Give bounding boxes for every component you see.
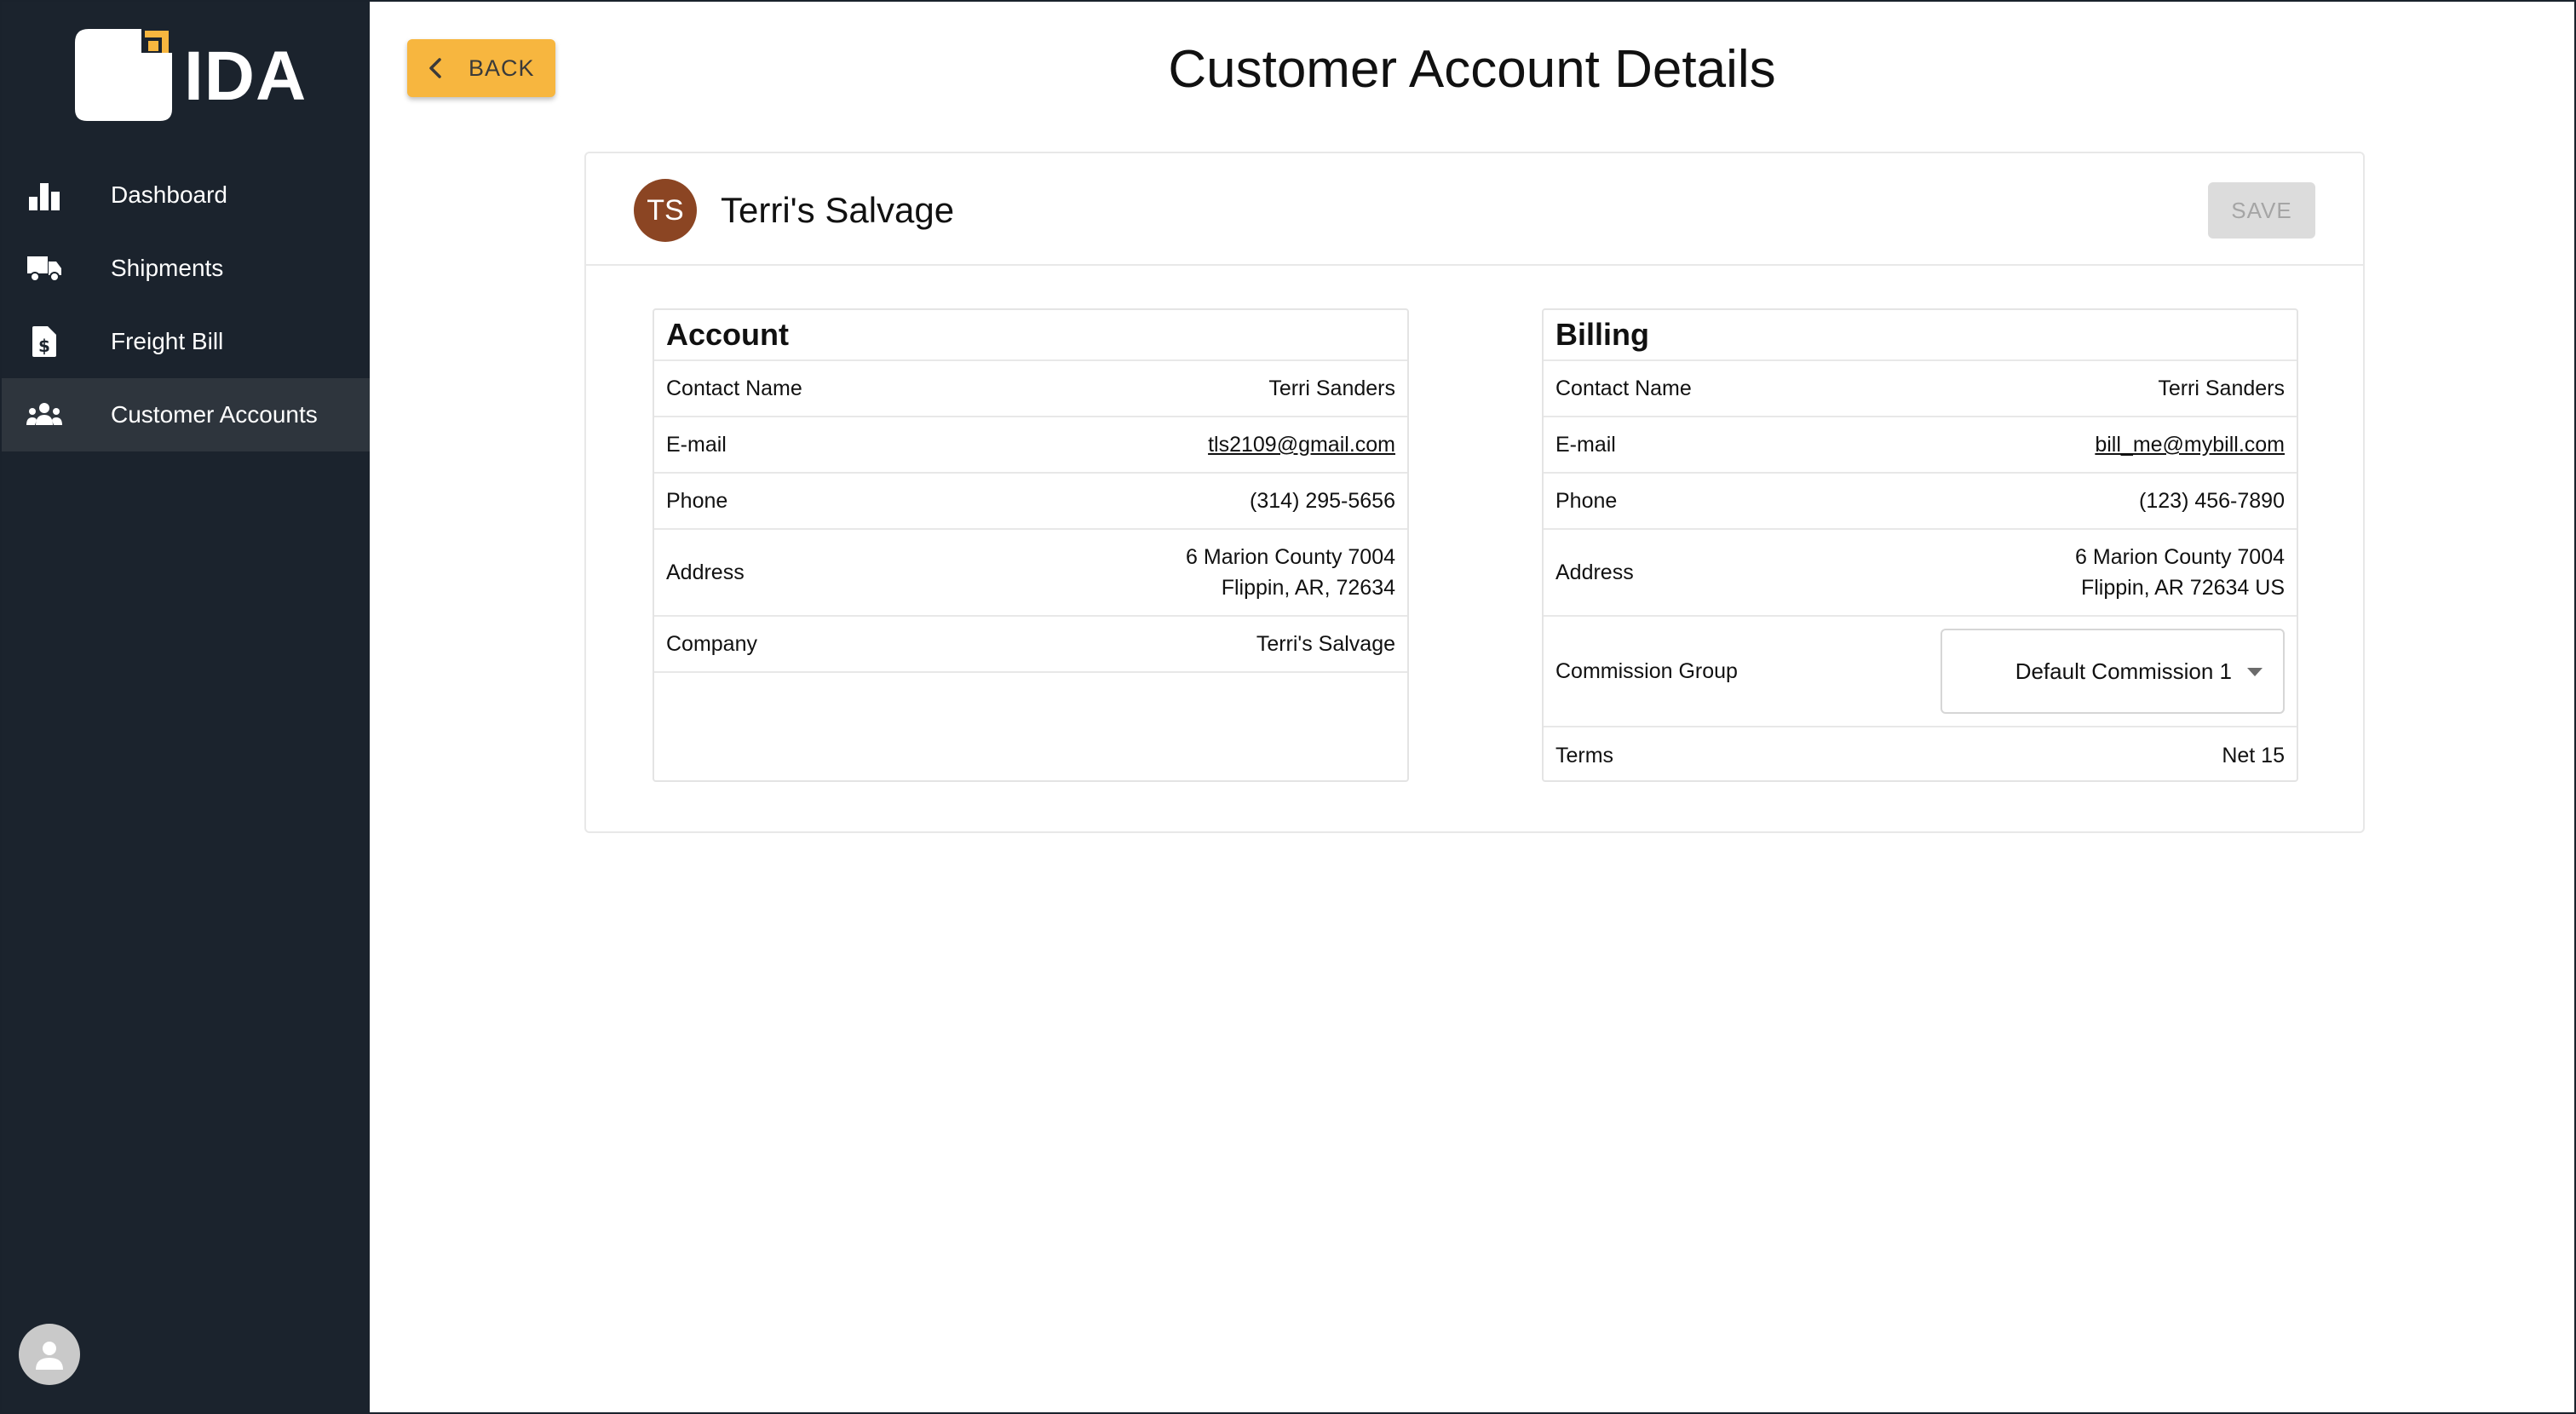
account-company: Terri's Salvage [1256,632,1395,656]
address-line-2: Flippin, AR, 72634 [1221,576,1395,600]
customer-card-header: TS Terri's Salvage SAVE [586,153,2363,266]
billing-address: 6 Marion County 7004 Flippin, AR 72634 U… [2075,542,2285,603]
commission-group-select[interactable]: Default Commission 1 [1941,629,2285,714]
account-phone-row: Phone (314) 295-5656 [654,474,1407,530]
billing-address-row: Address 6 Marion County 7004 Flippin, AR… [1544,530,2297,617]
field-label: Terms [1555,744,1614,767]
field-label: Phone [666,489,728,513]
customer-avatar: TS [634,179,697,242]
sidebar-item-dashboard[interactable]: Dashboard [2,158,370,232]
billing-commission-row: Commission Group Default Commission 1 [1544,617,2297,727]
address-line-1: 6 Marion County 7004 [1186,545,1395,569]
logo[interactable]: IDA [73,27,329,123]
billing-contact-name: Terri Sanders [2158,376,2285,400]
account-phone: (314) 295-5656 [1250,489,1395,513]
account-company-row: Company Terri's Salvage [654,617,1407,673]
billing-contact-row: Contact Name Terri Sanders [1544,361,2297,417]
billing-panel-title: Billing [1544,310,2297,361]
account-panel: Account Contact Name Terri Sanders E-mai… [653,308,1409,782]
field-label: Phone [1555,489,1618,513]
field-label: E-mail [666,433,727,457]
main-content: BACK Customer Account Details TS Terri's… [370,2,2574,1412]
account-address: 6 Marion County 7004 Flippin, AR, 72634 [1186,542,1395,603]
billing-email-link[interactable]: bill_me@mybill.com [2095,433,2285,457]
caret-down-icon [2247,668,2263,676]
field-label: Commission Group [1555,659,1738,683]
field-label: Contact Name [666,376,802,400]
sidebar-item-label: Shipments [111,255,224,281]
sidebar-item-label: Customer Accounts [111,401,318,428]
customer-name: Terri's Salvage [721,190,955,230]
svg-text:$: $ [38,336,50,356]
account-email-row: E-mail tls2109@gmail.com [654,417,1407,474]
account-contact-name: Terri Sanders [1268,376,1395,400]
account-address-row: Address 6 Marion County 7004 Flippin, AR… [654,530,1407,617]
sidebar-item-label: Dashboard [111,181,227,208]
app-window: IDA Dashboard Shipments $ Freight Bill C… [0,0,2576,1414]
field-label: Address [1555,560,1634,584]
field-label: E-mail [1555,433,1616,457]
sidebar-nav: Dashboard Shipments $ Freight Bill Custo… [2,158,370,451]
save-button[interactable]: SAVE [2208,182,2315,239]
billing-terms: Net 15 [2222,744,2285,767]
customer-card: TS Terri's Salvage SAVE Account Contact … [584,152,2365,833]
sidebar-item-freight-bill[interactable]: $ Freight Bill [2,305,370,378]
sidebar-item-label: Freight Bill [111,328,224,354]
people-group-icon [26,396,63,434]
field-label: Company [666,632,757,656]
user-avatar[interactable] [19,1324,80,1385]
page-title: Customer Account Details [1168,40,1776,99]
sidebar-item-shipments[interactable]: Shipments [2,232,370,305]
billing-panel: Billing Contact Name Terri Sanders E-mai… [1542,308,2298,782]
logo-text: IDA [184,37,308,115]
address-line-2: Flippin, AR 72634 US [2080,576,2285,600]
invoice-dollar-icon: $ [26,323,63,360]
billing-phone: (123) 456-7890 [2139,489,2285,513]
field-label: Contact Name [1555,376,1692,400]
field-label: Address [666,560,745,584]
truck-icon [26,250,63,287]
billing-email-row: E-mail bill_me@mybill.com [1544,417,2297,474]
billing-phone-row: Phone (123) 456-7890 [1544,474,2297,530]
logo-icon [75,29,172,121]
address-line-1: 6 Marion County 7004 [2075,545,2285,569]
billing-terms-row: Terms Net 15 [1544,727,2297,784]
commission-group-value: Default Commission 1 [2015,658,2232,684]
sidebar: IDA Dashboard Shipments $ Freight Bill C… [2,2,370,1412]
account-panel-title: Account [654,310,1407,361]
user-avatar-icon [36,1342,63,1370]
account-email-link[interactable]: tls2109@gmail.com [1208,433,1395,457]
bar-chart-icon [26,176,63,214]
sidebar-item-customer-accounts[interactable]: Customer Accounts [2,378,370,451]
account-contact-row: Contact Name Terri Sanders [654,361,1407,417]
